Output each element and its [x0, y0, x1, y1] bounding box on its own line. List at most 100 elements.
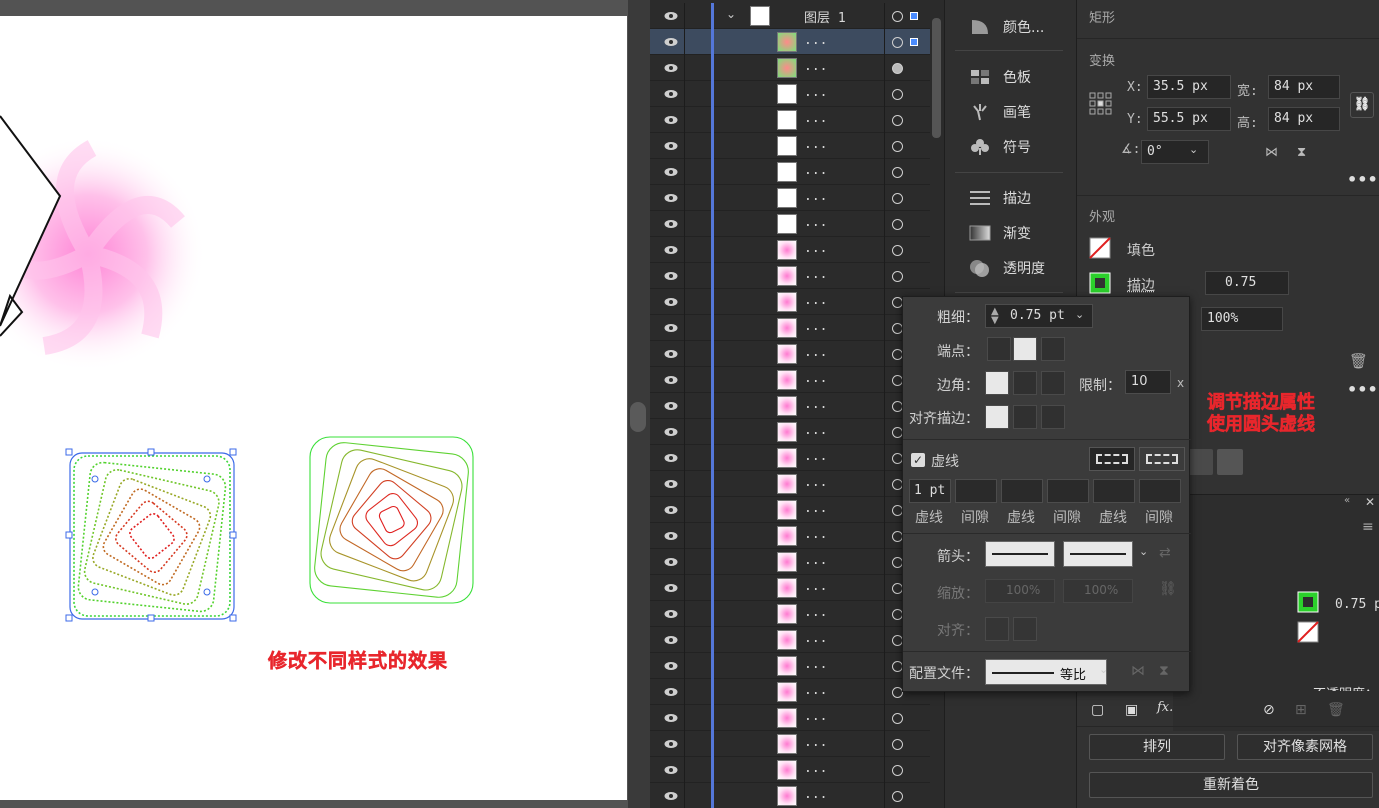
- layer-row[interactable]: ...: [650, 627, 930, 653]
- eye-icon[interactable]: [664, 243, 678, 257]
- selection-indicator[interactable]: [910, 38, 918, 46]
- object-name[interactable]: ...: [804, 371, 827, 386]
- layer-row[interactable]: ...: [650, 289, 930, 315]
- stepper-icon[interactable]: ▲ ▼: [991, 307, 999, 326]
- eye-icon[interactable]: [664, 373, 678, 387]
- round-join-button[interactable]: [1013, 371, 1037, 395]
- object-name[interactable]: ...: [804, 527, 827, 542]
- object-name[interactable]: ...: [804, 59, 827, 74]
- flip-horizontal-icon[interactable]: ⋈: [1265, 145, 1278, 160]
- layer-row[interactable]: ...: [650, 783, 930, 808]
- chevron-down-icon[interactable]: ⌄: [726, 7, 736, 21]
- layer-row[interactable]: ...: [650, 133, 930, 159]
- eye-icon[interactable]: [664, 737, 678, 751]
- dashed-spiral-selected[interactable]: [65, 448, 237, 622]
- layer-row[interactable]: ...: [650, 263, 930, 289]
- swatches-panel-button[interactable]: 色板: [955, 62, 1073, 92]
- panel-menu-icon[interactable]: ≡: [1362, 519, 1374, 535]
- effect-swatch-2[interactable]: [1217, 449, 1243, 475]
- layer-row[interactable]: ...: [650, 159, 930, 185]
- y-field[interactable]: 55.5 px: [1147, 107, 1231, 131]
- eye-icon[interactable]: [664, 633, 678, 647]
- eye-icon[interactable]: [664, 659, 678, 673]
- layer-row[interactable]: ...: [650, 315, 930, 341]
- preserve-dash-button[interactable]: [1089, 447, 1135, 471]
- eye-icon[interactable]: [664, 61, 678, 75]
- chevron-down-icon[interactable]: ⌄: [1139, 545, 1148, 558]
- target-circle-icon[interactable]: [892, 219, 903, 230]
- document-canvas[interactable]: 修改不同样式的效果: [0, 0, 628, 808]
- start-arrowhead-select[interactable]: [985, 541, 1055, 567]
- stroke-weight-field[interactable]: 0.75: [1205, 271, 1289, 295]
- solid-spiral[interactable]: [309, 436, 474, 604]
- object-name[interactable]: ...: [804, 33, 827, 48]
- object-name[interactable]: ...: [804, 215, 827, 230]
- eye-icon[interactable]: [664, 9, 678, 23]
- eye-icon[interactable]: [664, 113, 678, 127]
- object-name[interactable]: ...: [804, 761, 827, 776]
- butt-cap-button[interactable]: [987, 337, 1011, 361]
- object-name[interactable]: ...: [804, 579, 827, 594]
- recolor-button[interactable]: 重新着色: [1089, 772, 1373, 798]
- layer-row[interactable]: ...: [650, 601, 930, 627]
- chevron-down-icon[interactable]: ⌄: [1189, 143, 1198, 156]
- width-field[interactable]: 84 px: [1268, 75, 1340, 99]
- layer-row[interactable]: ...: [650, 705, 930, 731]
- object-name[interactable]: ...: [804, 553, 827, 568]
- object-name[interactable]: ...: [804, 319, 827, 334]
- flip-vertical-icon[interactable]: ⧗: [1297, 145, 1306, 160]
- layer-name[interactable]: 图层 1: [804, 7, 846, 26]
- more-options-icon[interactable]: •••: [1347, 170, 1378, 189]
- object-name[interactable]: ...: [804, 111, 827, 126]
- layer-row[interactable]: ...: [650, 757, 930, 783]
- arrange-button[interactable]: 排列: [1089, 734, 1225, 760]
- layer-row[interactable]: ...: [650, 497, 930, 523]
- align-pixel-grid-button[interactable]: 对齐像素网格: [1237, 734, 1373, 760]
- object-name[interactable]: ...: [804, 657, 827, 672]
- layer-row-top[interactable]: ⌄ 图层 1: [650, 3, 930, 29]
- gap-1-field[interactable]: [955, 479, 997, 503]
- object-name[interactable]: ...: [804, 735, 827, 750]
- eye-icon[interactable]: [664, 477, 678, 491]
- selection-indicator[interactable]: [910, 12, 918, 20]
- effect-swatch[interactable]: [1187, 449, 1213, 475]
- new-layer-icon[interactable]: ▢: [1091, 702, 1104, 718]
- eye-icon[interactable]: [664, 399, 678, 413]
- layer-row[interactable]: ...: [650, 107, 930, 133]
- bevel-join-button[interactable]: [1041, 371, 1065, 395]
- layer-row[interactable]: ...: [650, 653, 930, 679]
- width-profile-select[interactable]: 等比: [985, 659, 1107, 685]
- eye-icon[interactable]: [664, 269, 678, 283]
- target-circle-icon[interactable]: [892, 245, 903, 256]
- fill-none-swatch-icon[interactable]: [1297, 621, 1319, 643]
- eye-icon[interactable]: [664, 217, 678, 231]
- eye-icon[interactable]: [664, 451, 678, 465]
- eye-icon[interactable]: [664, 295, 678, 309]
- object-name[interactable]: ...: [804, 501, 827, 516]
- layer-row[interactable]: ...: [650, 679, 930, 705]
- gap-3-field[interactable]: [1139, 479, 1181, 503]
- eye-icon[interactable]: [664, 607, 678, 621]
- eye-icon[interactable]: [664, 529, 678, 543]
- layer-row[interactable]: ...: [650, 445, 930, 471]
- target-circle-icon[interactable]: [892, 739, 903, 750]
- layer-row[interactable]: ...: [650, 575, 930, 601]
- object-name[interactable]: ...: [804, 345, 827, 360]
- eye-icon[interactable]: [664, 165, 678, 179]
- layer-row[interactable]: ...: [650, 237, 930, 263]
- eye-icon[interactable]: [664, 35, 678, 49]
- object-name[interactable]: ...: [804, 475, 827, 490]
- gap-2-field[interactable]: [1047, 479, 1089, 503]
- layer-row[interactable]: ...: [650, 393, 930, 419]
- align-dash-corners-button[interactable]: [1139, 447, 1185, 471]
- align-center-button[interactable]: [985, 405, 1009, 429]
- eye-icon[interactable]: [664, 347, 678, 361]
- constrain-proportions-link-icon[interactable]: ⛓: [1350, 92, 1374, 118]
- eye-icon[interactable]: [664, 581, 678, 595]
- clear-icon[interactable]: ⊘: [1263, 702, 1275, 718]
- artboard[interactable]: 修改不同样式的效果: [0, 16, 627, 800]
- target-circle-icon[interactable]: [892, 141, 903, 152]
- eye-icon[interactable]: [664, 321, 678, 335]
- color-panel-button[interactable]: 颜色...: [955, 12, 1073, 42]
- align-inside-button[interactable]: [1013, 405, 1037, 429]
